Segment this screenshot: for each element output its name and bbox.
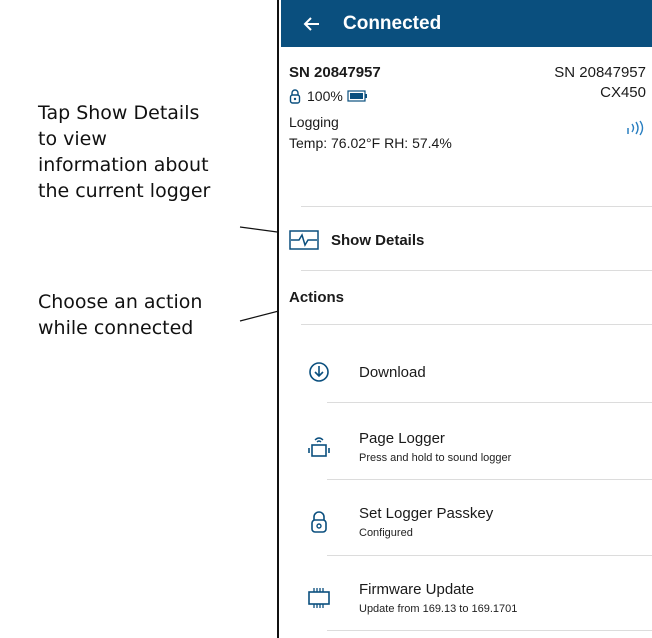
show-details-button[interactable]: Show Details — [289, 222, 652, 258]
action-page-logger[interactable]: Page Logger Press and hold to sound logg… — [301, 416, 652, 478]
show-details-label: Show Details — [331, 231, 425, 249]
action-download[interactable]: Download — [301, 341, 652, 403]
lock-icon — [289, 88, 301, 104]
chip-icon — [308, 588, 330, 608]
action-page-logger-title: Page Logger — [359, 430, 445, 447]
action-set-passkey-subtitle: Configured — [359, 527, 413, 539]
signal-strength-icon — [627, 120, 644, 135]
divider — [327, 630, 652, 631]
pulse-chart-icon — [289, 230, 319, 250]
app-bar-title: Connected — [343, 12, 442, 34]
action-firmware-update[interactable]: Firmware Update Update from 169.13 to 16… — [301, 567, 652, 629]
page-logger-icon — [308, 437, 330, 457]
app-bar: Connected — [281, 0, 652, 47]
battery-percent: 100% — [307, 88, 343, 104]
lock-battery-row: 100% — [289, 88, 369, 104]
logger-serial: SN 20847957 — [554, 64, 646, 81]
action-download-title: Download — [359, 363, 426, 381]
action-firmware-update-title: Firmware Update — [359, 581, 475, 598]
callout-leader-lines — [239, 226, 308, 322]
divider — [327, 402, 652, 403]
arrow-left-icon — [303, 16, 319, 31]
logger-state: Logging — [289, 114, 339, 130]
divider — [327, 555, 652, 556]
back-button[interactable] — [291, 0, 331, 47]
padlock-icon — [311, 511, 327, 533]
logger-name: SN 20847957 — [289, 64, 381, 81]
action-firmware-update-subtitle: Update from 169.13 to 169.1701 — [359, 603, 518, 615]
phone-screen: Connected SN 20847957 SN 20847957 100% C… — [277, 0, 652, 638]
battery-icon — [347, 90, 367, 102]
logger-status-panel: SN 20847957 SN 20847957 100% CX450 Loggi… — [289, 64, 646, 151]
action-set-passkey[interactable]: Set Logger Passkey Configured — [301, 491, 652, 553]
divider — [301, 206, 652, 207]
divider — [301, 270, 652, 271]
divider — [301, 324, 652, 325]
logger-model: CX450 — [600, 84, 646, 101]
action-set-passkey-title: Set Logger Passkey — [359, 505, 494, 522]
actions-header: Actions — [289, 289, 345, 306]
download-circle-icon — [309, 362, 329, 382]
action-page-logger-subtitle: Press and hold to sound logger — [359, 452, 512, 464]
divider — [327, 479, 652, 480]
logger-readings: Temp: 76.02°F RH: 57.4% — [289, 135, 452, 151]
